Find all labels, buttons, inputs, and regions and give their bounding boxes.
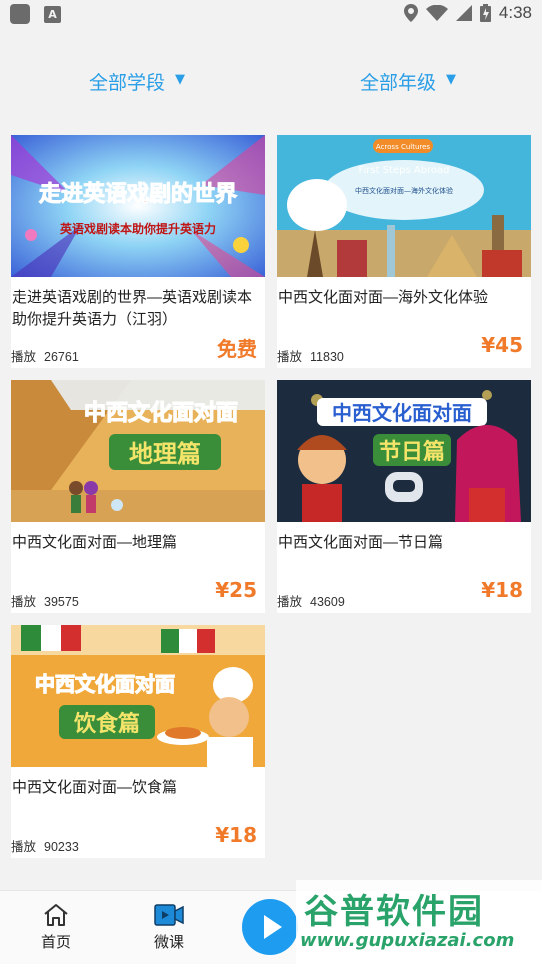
grade-filter-dropdown[interactable]: 全部年级 ▼ [360,68,456,95]
course-title: 中西文化面对面—节日篇 [278,534,444,551]
thumb-title: 中西文化面对面 [84,400,238,426]
course-card[interactable]: Across Cultures First Steps Abroad 中西文化面… [277,135,531,368]
location-icon [403,4,418,22]
thumb-tag: Across Cultures [376,143,431,151]
home-icon [44,904,68,926]
video-camera-icon [154,904,184,926]
stage-filter-dropdown[interactable]: 全部学段 ▼ [89,68,185,95]
thumb-subtitle: 节日篇 [379,439,445,465]
play-count: 播放 43609 [277,595,345,609]
course-title: 中西文化面对面—地理篇 [12,534,178,551]
play-count: 播放 26761 [11,350,79,364]
watermark-url: www.gupuxiazai.com [300,930,515,951]
course-card[interactable]: 走进英语戏剧的世界 英语戏剧读本助你提升英语力 走进英语戏剧的世界—英语戏剧读本… [11,135,265,368]
course-thumbnail: 中西文化面对面 地理篇 [11,380,265,522]
course-title: 中西文化面对面—饮食篇 [12,779,178,796]
thumb-subtitle: 中西文化面对面—海外文化体验 [355,186,453,195]
status-bar: A 4:38 [0,0,542,28]
course-price: 免费 [217,337,257,361]
play-count: 播放 90233 [11,840,79,854]
dropdown-arrow-icon: ▼ [446,72,457,87]
course-title: 走进英语戏剧的世界—英语戏剧读本助你提升英语力（江羽） [12,289,253,328]
filter-bar: 全部学段 ▼ 全部年级 ▼ [0,58,542,104]
course-card[interactable]: 中西文化面对面 地理篇 中西文化面对面—地理篇 播放 39575 ¥25 [11,380,265,613]
tab-micro-course-label: 微课 [153,933,184,951]
play-icon [264,915,282,939]
app-notification-icon: A [44,5,61,23]
dropdown-arrow-icon: ▼ [175,72,186,87]
play-count: 播放 39575 [11,595,79,609]
course-thumbnail: Across Cultures First Steps Abroad 中西文化面… [277,135,531,277]
stage-filter-label: 全部学段 [89,72,166,94]
course-card[interactable]: 中西文化面对面 饮食篇 中西文化面对面—饮食篇 播放 90233 ¥18 [11,625,265,858]
thumb-title: First Steps Abroad [358,165,449,176]
thumb-title: 中西文化面对面 [332,401,472,425]
signal-icon [455,5,472,21]
tab-home[interactable]: 首页 [26,903,86,952]
play-count: 播放 11830 [277,350,344,364]
grade-filter-label: 全部年级 [360,72,437,94]
course-price: ¥18 [215,823,257,847]
wifi-icon [425,5,448,21]
notification-icon [10,4,30,24]
play-button[interactable] [242,899,298,955]
course-price: ¥45 [481,333,523,357]
course-card[interactable]: 中西文化面对面 节日篇 中西文化面对面—节日篇 播放 43609 ¥18 [277,380,531,613]
thumb-subtitle: 英语戏剧读本助你提升英语力 [60,221,216,236]
thumb-subtitle: 饮食篇 [73,711,140,737]
course-thumbnail: 中西文化面对面 饮食篇 [11,625,265,767]
course-thumbnail: 走进英语戏剧的世界 英语戏剧读本助你提升英语力 [11,135,265,277]
course-price: ¥25 [215,578,257,602]
battery-icon [479,4,491,22]
thumb-title: 走进英语戏剧的世界 [39,181,237,207]
thumb-subtitle: 地理篇 [129,440,201,468]
thumb-title: 中西文化面对面 [35,672,175,696]
course-title: 中西文化面对面—海外文化体验 [278,289,489,306]
tab-home-label: 首页 [40,933,71,951]
watermark: 谷普软件园 www.gupuxiazai.com [296,880,542,964]
course-price: ¥18 [481,578,523,602]
tab-micro-course[interactable]: 微课 [139,903,199,952]
course-thumbnail: 中西文化面对面 节日篇 [277,380,531,522]
clock: 4:38 [498,3,532,22]
watermark-name: 谷普软件园 [304,892,484,932]
